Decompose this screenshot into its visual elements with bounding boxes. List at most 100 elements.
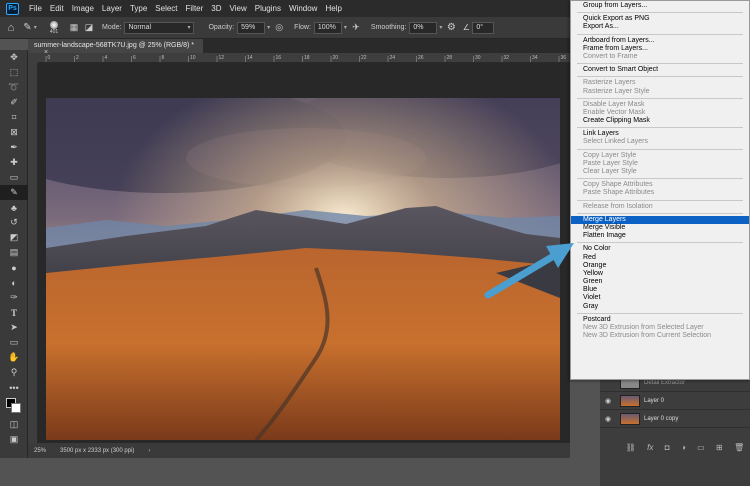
pressure-opacity-icon[interactable]: ◎ [270,22,288,33]
visibility-eye-icon[interactable]: ◉ [600,415,616,423]
background-color-swatch[interactable] [11,403,21,413]
screen-mode-icon[interactable]: ▣ [0,432,28,447]
canvas-area[interactable] [38,63,570,443]
eraser-tool-icon[interactable]: ◩ [0,230,28,245]
menu-view[interactable]: View [226,4,251,13]
clone-stamp-tool-icon[interactable]: ♣ [0,200,28,215]
pen-tool-icon[interactable]: ✑ [0,290,28,305]
brush-tool-icon[interactable]: ✎ ▾ [22,22,38,33]
menu-window[interactable]: Window [285,4,321,13]
path-select-tool-icon[interactable]: ➤ [0,320,28,335]
type-tool-icon[interactable]: T [0,305,28,320]
quick-select-tool-icon[interactable]: ✐ [0,95,28,110]
menu-item-merge-layers[interactable]: Merge Layers [571,215,749,224]
menu-item-postcard[interactable]: Postcard [571,316,749,324]
menu-item-paste-shape-attributes: Paste Shape Attributes [583,189,655,197]
new-layer-icon[interactable]: ⊞ [716,443,723,452]
menu-3d[interactable]: 3D [207,4,225,13]
menu-item-no-color[interactable]: No Color [571,245,749,253]
quick-mask-icon[interactable]: ◫ [0,417,28,432]
menu-item-violet[interactable]: Violet [571,294,749,302]
toggle-brush-panel-icon[interactable]: ◪ [82,22,96,33]
menu-item-convert-to-smart-object[interactable]: Convert to Smart Object [571,66,749,74]
folder-icon[interactable]: ▭ [697,443,705,452]
add-mask-icon[interactable]: ◘ [665,443,670,452]
menu-item-green[interactable]: Green [571,278,749,286]
ruler-tick-label: 8 [162,55,165,61]
menu-item-group-from-layers[interactable]: Group from Layers... [571,2,749,10]
menu-item-artboard-from-layers[interactable]: Artboard from Layers... [571,37,749,45]
patch-tool-icon[interactable]: ▭ [0,170,28,185]
menu-item-red[interactable]: Red [571,254,749,262]
menu-item-clear-layer-style: Clear Layer Style [583,168,637,175]
layer-row[interactable]: ◉ Layer 0 [600,392,750,410]
opacity-field[interactable]: 59% [237,21,266,34]
menu-item-convert-to-frame: Convert to Frame [583,52,638,60]
menu-item-frame-from-layers[interactable]: Frame from Layers... [571,45,749,53]
flow-field[interactable]: 100% [313,21,342,34]
eyedropper-tool-icon[interactable]: ✒ [0,140,28,155]
menu-help[interactable]: Help [321,4,345,13]
marquee-tool-icon[interactable]: ⬚ [0,65,28,80]
menu-layer[interactable]: Layer [98,4,126,13]
fx-icon[interactable]: fx [647,443,653,452]
ruler-tick-label: 22 [361,55,367,61]
gear-icon[interactable]: ⚙ [442,22,460,33]
menu-separator [577,242,743,244]
menu-item-yellow[interactable]: Yellow [571,270,749,278]
smoothing-field[interactable]: 0% [409,21,438,34]
brush-preset-picker[interactable]: 401 [42,20,66,35]
gradient-tool-icon[interactable]: ▤ [0,245,28,260]
menu-file[interactable]: File [25,4,46,13]
document-size: 3500 px x 2333 px (300 ppi) [60,447,135,454]
home-icon[interactable]: ⌂ [0,22,22,34]
dodge-tool-icon[interactable]: ◐ [0,275,28,290]
angle-field[interactable]: 0° [472,21,495,34]
zoom-level[interactable]: 25% [34,448,46,454]
airbrush-icon[interactable]: ✈ [347,22,365,33]
document-tab[interactable]: summer-landscape-568TK7U.jpg @ 25% (RGB/… [28,39,203,56]
rectangle-tool-icon[interactable]: ▭ [0,335,28,350]
menu-select[interactable]: Select [151,4,181,13]
menu-item-quick-export-as-png[interactable]: Quick Export as PNG [571,15,749,23]
history-brush-tool-icon[interactable]: ↺ [0,215,28,230]
color-swatches[interactable] [0,395,28,417]
menu-edit[interactable]: Edit [46,4,68,13]
menu-item-export-as[interactable]: Export As... [571,23,749,31]
brush-tool-icon[interactable]: ✎ [0,185,28,200]
crop-tool-icon[interactable]: ⌗ [0,110,28,125]
frame-tool-icon[interactable]: ⊠ [0,125,28,140]
mode-select[interactable]: Normal ▾ [124,21,195,34]
menu-filter[interactable]: Filter [182,4,208,13]
layer-row[interactable]: ◉ Layer 0 copy [600,410,750,428]
visibility-eye-icon[interactable]: ◉ [600,397,616,405]
healing-brush-tool-icon[interactable]: ✚ [0,155,28,170]
status-arrow-icon[interactable]: › [148,448,150,454]
ruler-tick-label: 18 [304,55,310,61]
trash-icon[interactable]: 🗑 [734,443,744,452]
move-tool-icon[interactable]: ✥ [0,50,28,65]
link-layers-icon[interactable]: ⛓ [626,443,636,452]
status-bar: 25% 3500 px x 2333 px (300 ppi) › [28,443,570,458]
ruler-corner [28,53,38,63]
hand-tool-icon[interactable]: ✋ [0,350,28,365]
brush-settings-icon[interactable]: ▦ [66,22,82,33]
blur-tool-icon[interactable]: ● [0,260,28,275]
chevron-down-icon: ▾ [187,25,191,31]
menu-item-create-clipping-mask[interactable]: Create Clipping Mask [571,117,749,125]
lasso-tool-icon[interactable]: ➰ [0,80,28,95]
menu-item-merge-visible[interactable]: Merge Visible [571,224,749,232]
more-tools-icon[interactable]: ••• [0,380,28,395]
menu-item-gray[interactable]: Gray [571,303,749,311]
menu-type[interactable]: Type [126,4,151,13]
menu-plugins[interactable]: Plugins [251,4,285,13]
landscape-photo[interactable] [46,98,560,440]
menu-item-flatten-image[interactable]: Flatten Image [571,232,749,240]
ruler-tick-label: 34 [532,55,538,61]
menu-item-link-layers[interactable]: Link Layers [571,130,749,138]
menu-item-orange[interactable]: Orange [571,262,749,270]
menu-item-blue[interactable]: Blue [571,286,749,294]
adjustment-layer-icon[interactable]: ◑ [681,443,686,452]
menu-image[interactable]: Image [68,4,98,13]
zoom-tool-icon[interactable]: ⚲ [0,365,28,380]
